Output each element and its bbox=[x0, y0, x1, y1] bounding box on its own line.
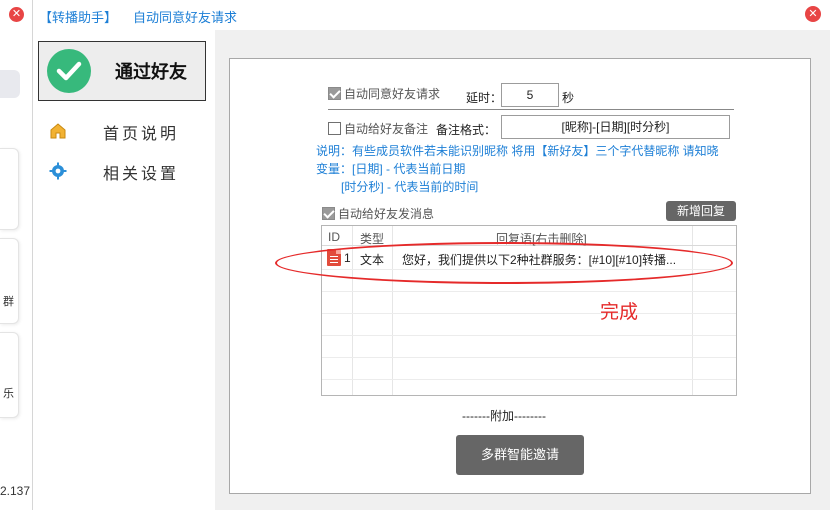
delay-unit: 秒 bbox=[562, 91, 575, 105]
delay-input[interactable]: 5 bbox=[501, 83, 559, 107]
multi-group-invite-button[interactable]: 多群智能邀请 bbox=[456, 435, 584, 475]
background-card-text: 群 bbox=[3, 296, 14, 308]
note-description: 说明：有些成员软件若未能识别昵称 将用【新好友】三个字代替昵称 请知晓 bbox=[316, 144, 719, 158]
window-title: 自动同意好友请求 bbox=[133, 10, 238, 25]
auto-accept-checkbox[interactable]: 自动同意好友请求 bbox=[328, 85, 440, 102]
auto-remark-label: 自动给好友备注 bbox=[344, 122, 429, 136]
table-gridline bbox=[322, 291, 736, 292]
close-icon[interactable]: ✕ bbox=[805, 6, 821, 22]
screen: ✕ 群 乐 2.137 【转播助手】 自动同意好友请求 ✕ 通过好友 首页说明 … bbox=[0, 0, 830, 510]
note-variable-time: [时分秒] - 代表当前的时间 bbox=[341, 180, 479, 194]
auto-message-checkbox[interactable]: 自动给好友发消息 bbox=[322, 205, 434, 222]
add-reply-button[interactable]: 新增回复 bbox=[666, 201, 736, 221]
table-gridline bbox=[322, 357, 736, 358]
annotation-done-text: 完成 bbox=[600, 302, 639, 323]
auto-remark-checkbox[interactable]: 自动给好友备注 bbox=[328, 120, 428, 137]
auto-accept-label: 自动同意好友请求 bbox=[344, 87, 441, 101]
sidebar-item-home[interactable]: 首页说明 bbox=[49, 121, 179, 143]
version-label: 2.137 bbox=[0, 484, 31, 498]
background-pill bbox=[0, 70, 20, 98]
sidebar: 通过好友 首页说明 相关设置 bbox=[33, 30, 215, 510]
note-variable-date: 变量：[日期] - 代表当前日期 bbox=[316, 162, 466, 176]
sidebar-item-label: 相关设置 bbox=[103, 166, 180, 183]
pass-friend-button[interactable]: 通过好友 bbox=[38, 41, 206, 101]
table-gridline bbox=[322, 313, 736, 314]
pass-friend-label: 通过好友 bbox=[115, 62, 187, 82]
checkbox-checked-icon[interactable] bbox=[322, 207, 335, 220]
settings-panel: 自动同意好友请求 延时： 5 秒 自动给好友备注 备注格式： [昵称]-[日期]… bbox=[229, 58, 811, 494]
checkbox-unchecked-icon[interactable] bbox=[328, 122, 341, 135]
main-window: 【转播助手】 自动同意好友请求 ✕ 通过好友 首页说明 相关设置 自动同意好友请… bbox=[32, 0, 830, 510]
home-icon bbox=[49, 122, 67, 143]
sidebar-item-settings[interactable]: 相关设置 bbox=[49, 161, 179, 183]
addon-divider-label: -------附加-------- bbox=[462, 409, 546, 423]
check-circle-icon bbox=[47, 49, 91, 93]
background-card: 群 bbox=[0, 238, 19, 324]
table-gridline bbox=[322, 335, 736, 336]
checkbox-checked-icon[interactable] bbox=[328, 87, 341, 100]
table-gridline bbox=[322, 379, 736, 380]
remark-format-input[interactable]: [昵称]-[日期][时分秒] bbox=[501, 115, 730, 139]
red-annotation-ellipse bbox=[275, 242, 733, 284]
column-header-id: ID bbox=[328, 230, 340, 244]
background-close-icon[interactable]: ✕ bbox=[9, 7, 24, 22]
delay-label: 延时： bbox=[466, 91, 503, 105]
background-card bbox=[0, 148, 19, 230]
sidebar-item-label: 首页说明 bbox=[103, 126, 180, 143]
auto-message-label: 自动给好友发消息 bbox=[338, 207, 435, 221]
background-app: ✕ 群 乐 2.137 bbox=[0, 0, 32, 510]
divider bbox=[328, 109, 734, 110]
app-name: 【转播助手】 bbox=[39, 10, 118, 25]
background-card: 乐 bbox=[0, 332, 19, 418]
title-bar: 【转播助手】 自动同意好友请求 ✕ bbox=[33, 0, 830, 30]
gear-icon bbox=[49, 162, 67, 183]
remark-format-label: 备注格式： bbox=[436, 123, 497, 137]
background-card-text: 乐 bbox=[3, 388, 14, 400]
